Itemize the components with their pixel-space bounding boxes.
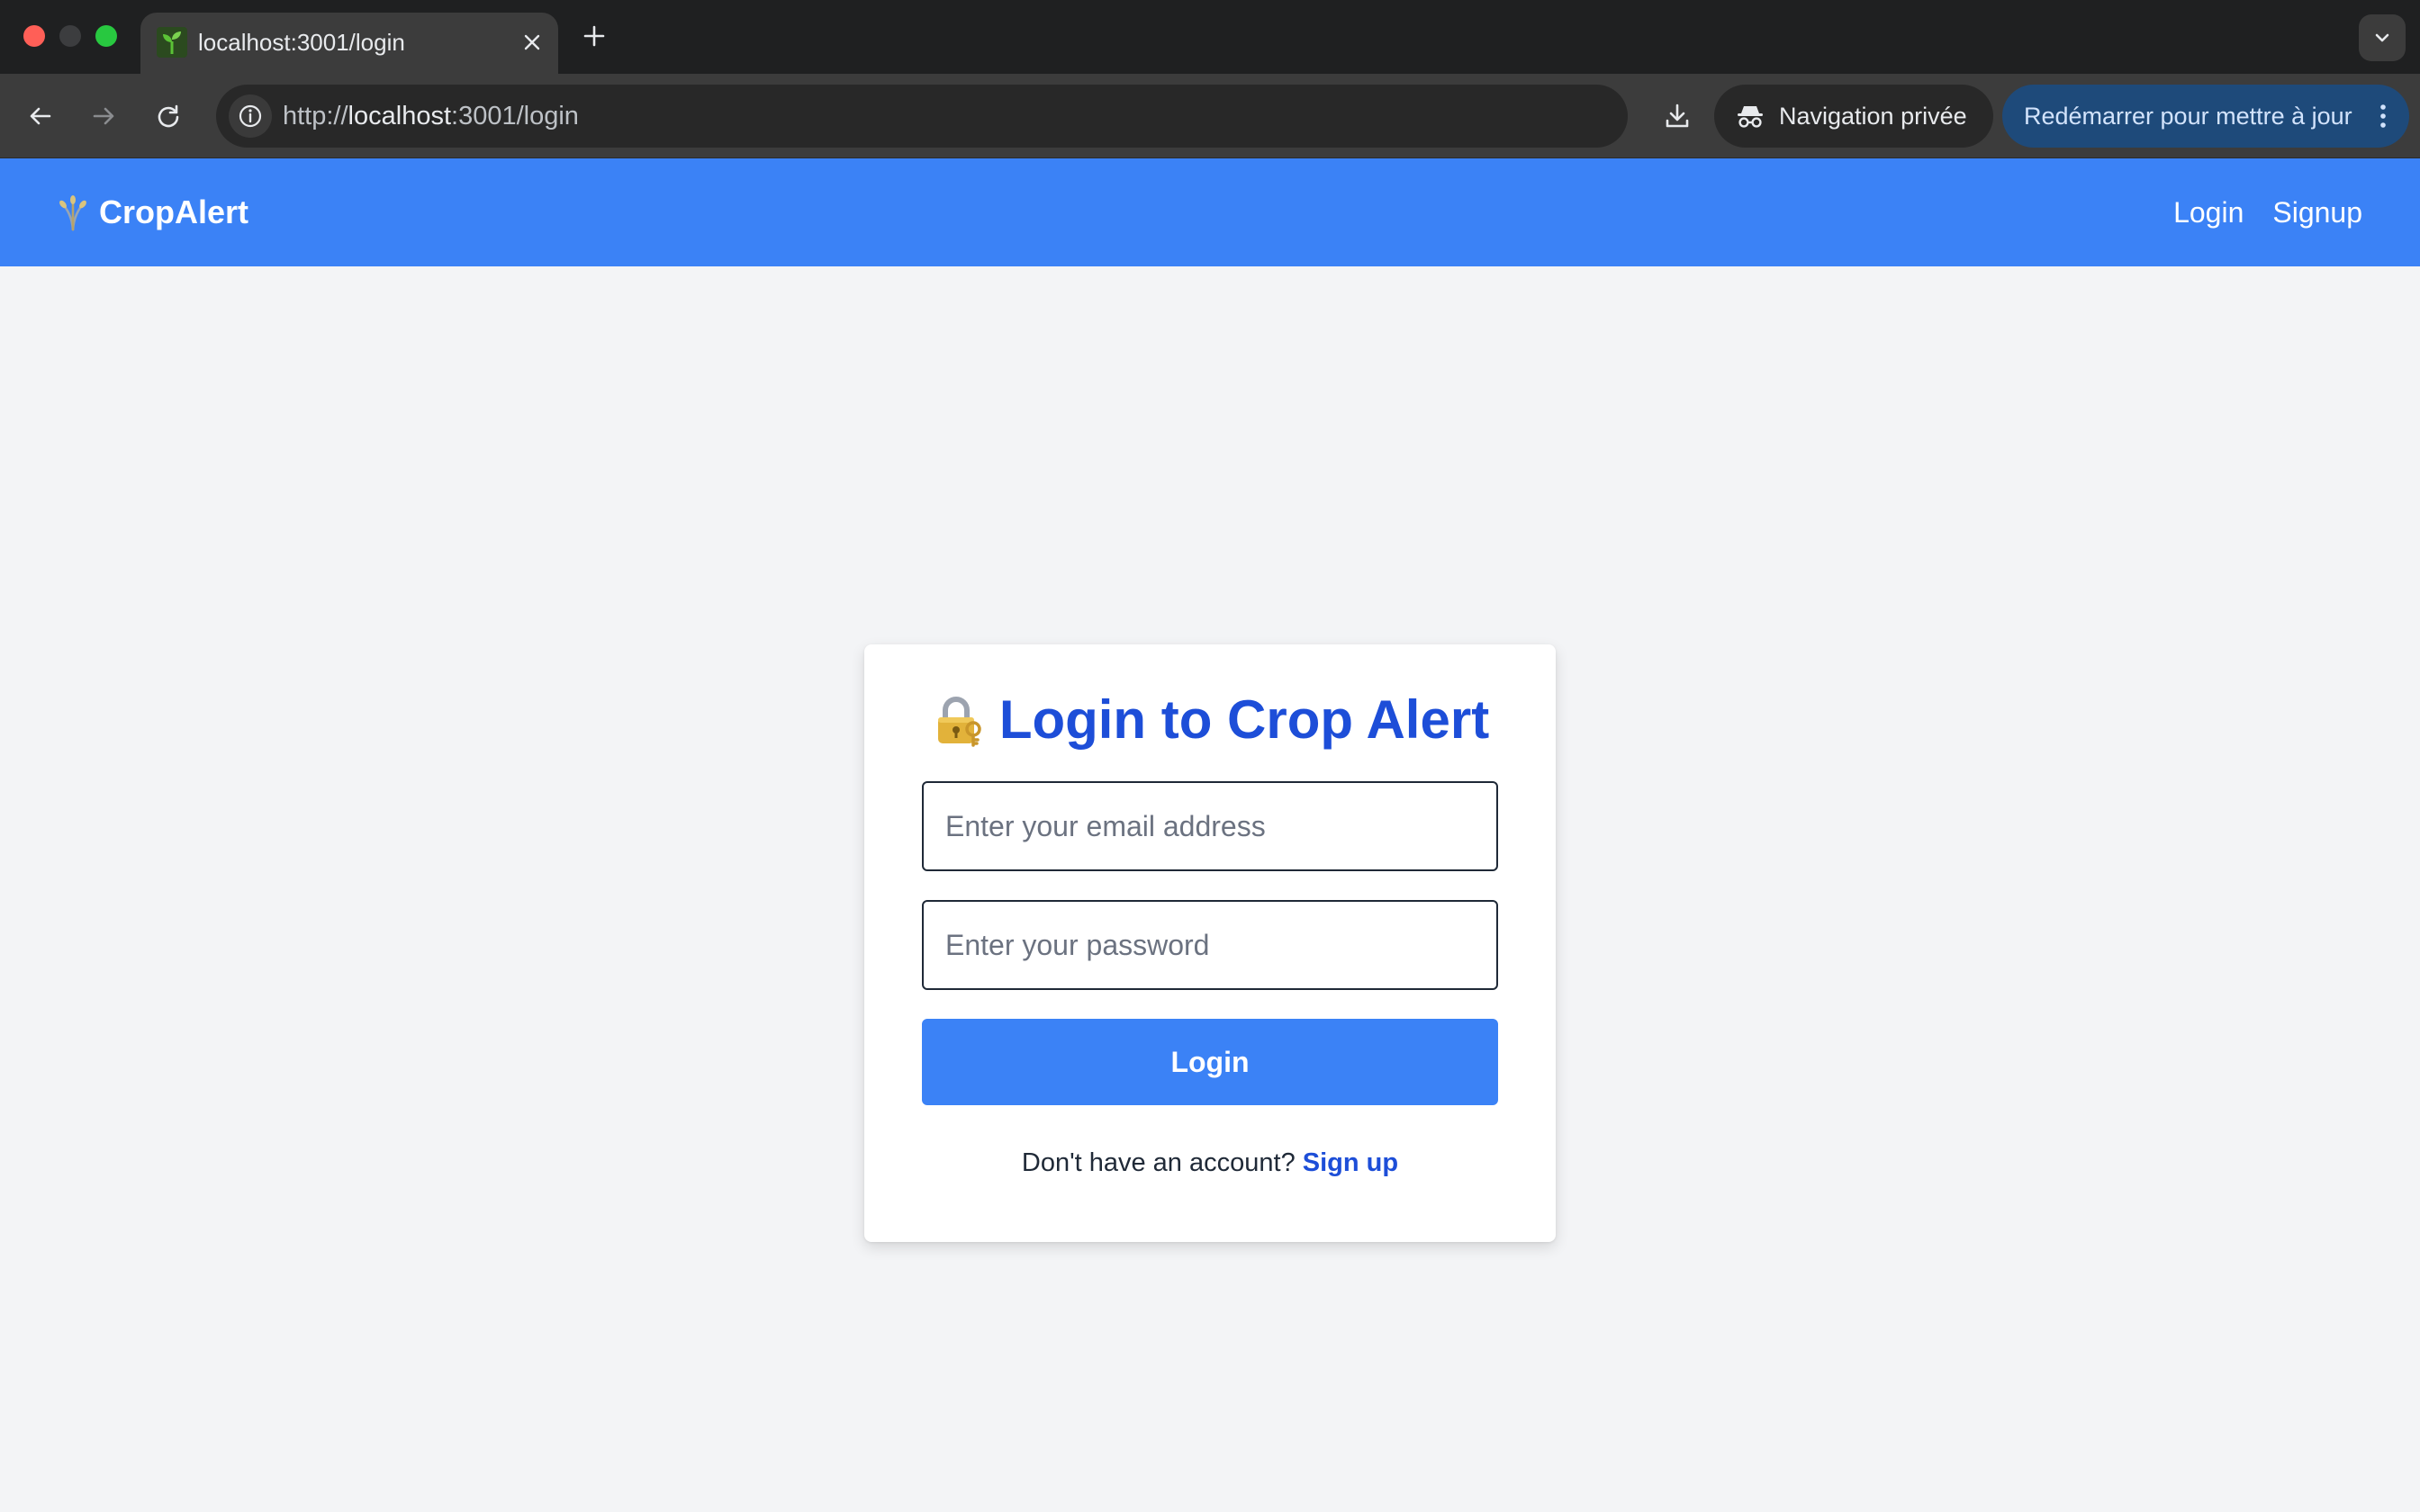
password-input[interactable] [922,900,1498,990]
rice-plant-icon [54,194,92,231]
nav-links: Login Signup [2173,194,2362,230]
nav-login-link[interactable]: Login [2173,194,2244,230]
kebab-menu-icon[interactable] [2370,100,2397,132]
back-arrow-icon[interactable] [18,94,63,139]
sprout-favicon-icon [157,27,187,58]
close-tab-icon[interactable] [515,25,549,59]
signup-link[interactable]: Sign up [1303,1148,1398,1177]
reload-icon[interactable] [146,94,191,139]
url-prefix: http:// [283,102,348,130]
login-submit-button[interactable]: Login [922,1019,1498,1105]
private-browsing-indicator[interactable]: Navigation privée [1714,85,1993,148]
url-host: localhost [348,102,452,130]
email-input[interactable] [922,781,1498,871]
close-window-button[interactable] [23,25,45,47]
new-tab-plus-icon[interactable] [576,18,612,54]
app-navbar: CropAlert Login Signup [0,158,2420,266]
login-card: Login to Crop Alert Login Don't have an … [864,644,1556,1242]
nav-signup-link[interactable]: Signup [2272,194,2362,230]
brand-name: CropAlert [99,194,249,230]
incognito-icon [1734,100,1766,132]
url-text[interactable]: http://localhost:3001/login [283,99,579,133]
signup-prompt-text: Don't have an account? [1021,1148,1296,1177]
address-bar[interactable]: http://localhost:3001/login [216,85,1811,148]
restart-to-update-button[interactable]: Redémarrer pour mettre à jour [2002,85,2409,148]
download-icon[interactable] [1655,94,1700,139]
browser-toolbar: http://localhost:3001/login Navigation p… [0,74,2420,158]
tab-search-chevron-down-icon[interactable] [2359,14,2406,61]
tab-title: localhost:3001/login [198,29,405,56]
forward-arrow-icon[interactable] [81,94,126,139]
incognito-label: Navigation privée [1779,103,1967,130]
minimize-window-button[interactable] [59,25,81,47]
url-path: :3001/login [451,102,579,130]
site-info-icon[interactable] [229,94,272,138]
brand-logo[interactable]: CropAlert [54,193,248,232]
login-title: Login to Crop Alert [998,689,1490,750]
browser-tab-bar: localhost:3001/login [0,0,2420,74]
update-label: Redémarrer pour mettre à jour [2024,103,2352,130]
signup-prompt-line: Don't have an account? Sign up [864,1147,1556,1179]
browser-tab[interactable]: localhost:3001/login [140,13,558,74]
login-heading: Login to Crop Alert [864,688,1556,752]
maximize-window-button[interactable] [95,25,117,47]
lock-with-key-icon [931,693,985,747]
